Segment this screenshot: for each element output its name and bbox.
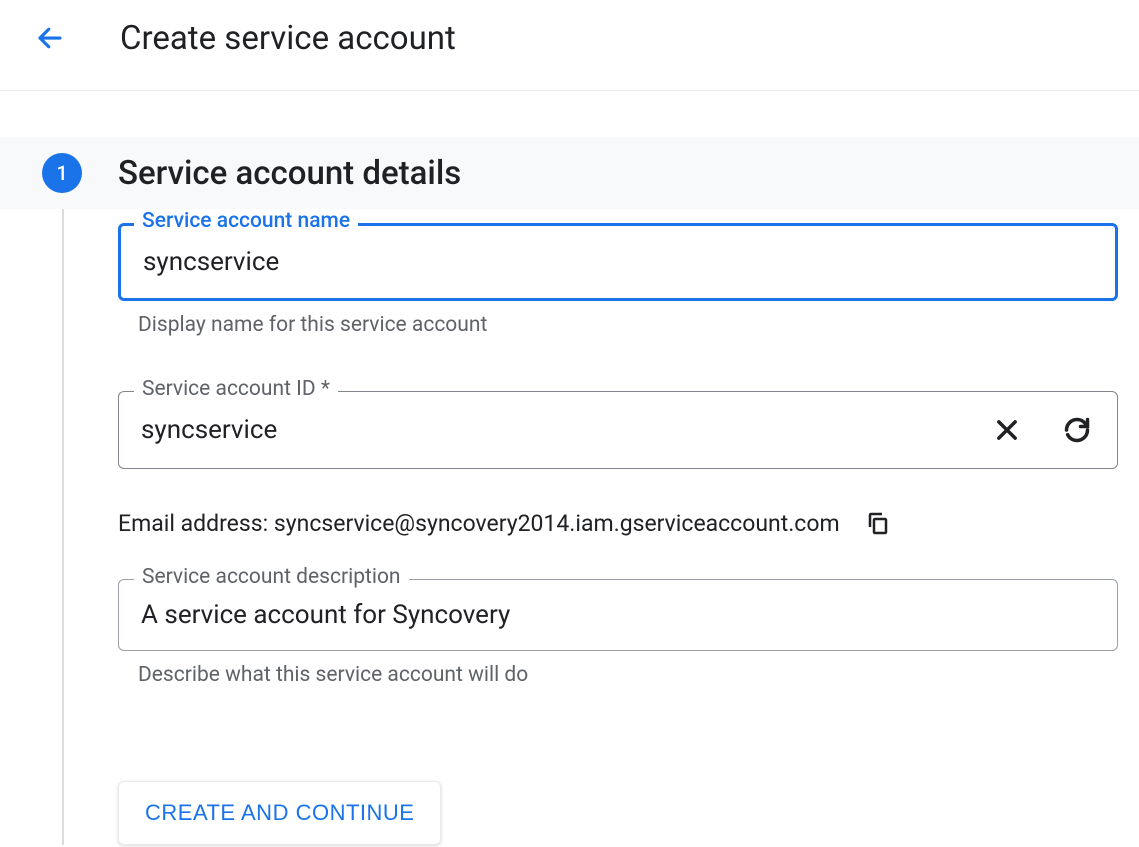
clear-id-button[interactable] bbox=[987, 410, 1027, 450]
step-number-badge: 1 bbox=[42, 153, 82, 193]
page-header: Create service account bbox=[0, 0, 1139, 91]
name-input[interactable] bbox=[141, 246, 1095, 278]
name-field-label: Service account name bbox=[134, 209, 358, 233]
refresh-icon bbox=[1063, 416, 1091, 444]
step-connector-line bbox=[62, 209, 64, 845]
description-field: Service account description Describe wha… bbox=[118, 579, 1118, 687]
id-field-label: Service account ID * bbox=[134, 377, 338, 401]
id-input[interactable] bbox=[139, 414, 987, 446]
name-field: Service account name Display name for th… bbox=[118, 223, 1118, 337]
description-input[interactable] bbox=[139, 599, 1097, 631]
step-header: 1 Service account details bbox=[0, 137, 1139, 209]
close-icon bbox=[993, 416, 1021, 444]
description-field-help: Describe what this service account will … bbox=[138, 663, 1118, 687]
description-field-label: Service account description bbox=[134, 565, 409, 589]
email-row: Email address: syncservice@syncovery2014… bbox=[118, 503, 1118, 543]
back-button[interactable] bbox=[30, 18, 70, 58]
id-field: Service account ID * bbox=[118, 391, 1118, 469]
email-label: Email address: syncservice@syncovery2014… bbox=[118, 510, 840, 537]
step-title: Service account details bbox=[118, 154, 461, 193]
name-field-help: Display name for this service account bbox=[138, 313, 1118, 337]
create-and-continue-button[interactable]: CREATE AND CONTINUE bbox=[118, 781, 441, 845]
copy-email-button[interactable] bbox=[858, 503, 898, 543]
arrow-left-icon bbox=[35, 23, 65, 53]
page-title: Create service account bbox=[120, 19, 456, 58]
regenerate-id-button[interactable] bbox=[1057, 410, 1097, 450]
copy-icon bbox=[866, 510, 890, 536]
